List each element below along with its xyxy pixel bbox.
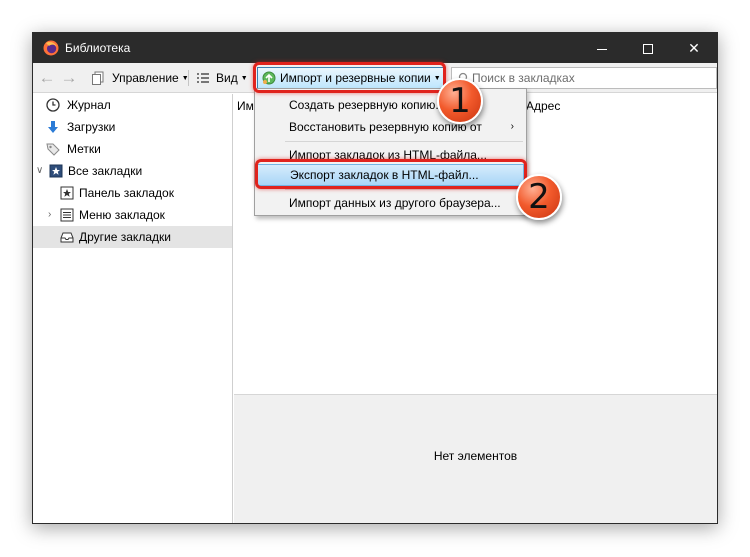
sidebar-item-downloads[interactable]: Загрузки bbox=[33, 116, 232, 138]
menu-item-label: Создать резервную копию... bbox=[289, 98, 446, 112]
search-box[interactable] bbox=[451, 67, 717, 89]
expand-arrow-icon[interactable]: › bbox=[48, 204, 51, 226]
column-header-name[interactable]: Им bbox=[237, 94, 254, 118]
firefox-icon bbox=[43, 40, 59, 56]
arrow-left-icon: ← bbox=[38, 68, 56, 87]
download-arrow-icon bbox=[48, 121, 58, 133]
title-bar[interactable]: Библиотека ✕ bbox=[33, 33, 717, 63]
menu-item-create-backup[interactable]: Создать резервную копию... bbox=[257, 94, 524, 116]
sidebar-item-history[interactable]: Журнал bbox=[33, 94, 232, 116]
menu-separator bbox=[285, 141, 523, 142]
sidebar-item-tags[interactable]: Метки bbox=[33, 138, 232, 160]
library-sidebar: Журнал Загрузки Метки ∨ Все закладки Пан… bbox=[33, 94, 233, 523]
star-folder-icon bbox=[49, 164, 63, 178]
step-2-badge: 2 bbox=[516, 174, 562, 220]
view-button[interactable]: Вид ▼ bbox=[196, 68, 248, 88]
view-label: Вид bbox=[216, 71, 238, 85]
maximize-button[interactable] bbox=[625, 33, 671, 63]
arrow-right-icon: → bbox=[60, 68, 78, 87]
sidebar-item-bookmarks-menu[interactable]: › Меню закладок bbox=[33, 204, 232, 226]
empty-state-text: Нет элементов bbox=[433, 449, 518, 463]
sidebar-item-label: Другие закладки bbox=[79, 230, 171, 244]
submenu-arrow-icon: › bbox=[510, 121, 514, 132]
tag-icon bbox=[46, 143, 60, 156]
menu-separator bbox=[285, 189, 523, 190]
menu-item-restore-backup[interactable]: Восстановить резервную копию от › bbox=[257, 116, 524, 138]
sidebar-item-label: Все закладки bbox=[68, 164, 143, 178]
maximize-icon bbox=[643, 44, 653, 55]
step-1-badge: 1 bbox=[437, 78, 483, 124]
details-pane: Нет элементов bbox=[234, 394, 717, 523]
sidebar-item-label: Метки bbox=[67, 142, 101, 156]
manage-button[interactable]: Управление ▼ bbox=[91, 68, 189, 88]
menu-item-import-browser[interactable]: Импорт данных из другого браузера... bbox=[257, 192, 524, 214]
star-folder-icon bbox=[60, 186, 74, 200]
sidebar-item-label: Панель закладок bbox=[79, 186, 174, 200]
inbox-icon bbox=[60, 232, 74, 243]
pages-icon bbox=[92, 71, 104, 85]
import-backup-menu: Создать резервную копию... Восстановить … bbox=[254, 88, 527, 216]
sidebar-item-other-bookmarks[interactable]: Другие закладки bbox=[33, 226, 232, 248]
highlight-box-step-1 bbox=[253, 62, 446, 93]
minimize-icon bbox=[597, 48, 607, 50]
forward-button[interactable]: → bbox=[60, 69, 78, 87]
back-button[interactable]: ← bbox=[38, 69, 56, 87]
menu-item-label: Импорт данных из другого браузера... bbox=[289, 196, 501, 210]
clock-icon bbox=[46, 98, 60, 112]
sidebar-item-label: Журнал bbox=[67, 98, 111, 112]
collapse-arrow-icon[interactable]: ∨ bbox=[36, 160, 43, 182]
sidebar-item-label: Меню закладок bbox=[79, 208, 165, 222]
menu-list-icon bbox=[60, 208, 74, 222]
manage-label: Управление bbox=[112, 71, 179, 85]
close-button[interactable]: ✕ bbox=[671, 33, 717, 63]
close-icon: ✕ bbox=[688, 40, 700, 56]
toolbar-divider bbox=[188, 70, 189, 86]
caret-down-icon: ▼ bbox=[240, 75, 248, 82]
list-view-icon bbox=[197, 73, 209, 83]
sidebar-item-all-bookmarks[interactable]: ∨ Все закладки bbox=[33, 160, 232, 182]
column-header-address[interactable]: Адрес bbox=[526, 94, 560, 118]
sidebar-item-bookmarks-toolbar[interactable]: Панель закладок bbox=[33, 182, 232, 204]
minimize-button[interactable] bbox=[579, 33, 625, 63]
highlight-box-step-2 bbox=[255, 159, 527, 189]
search-input[interactable] bbox=[472, 68, 712, 88]
window-title: Библиотека bbox=[65, 41, 131, 55]
sidebar-item-label: Загрузки bbox=[67, 120, 116, 134]
